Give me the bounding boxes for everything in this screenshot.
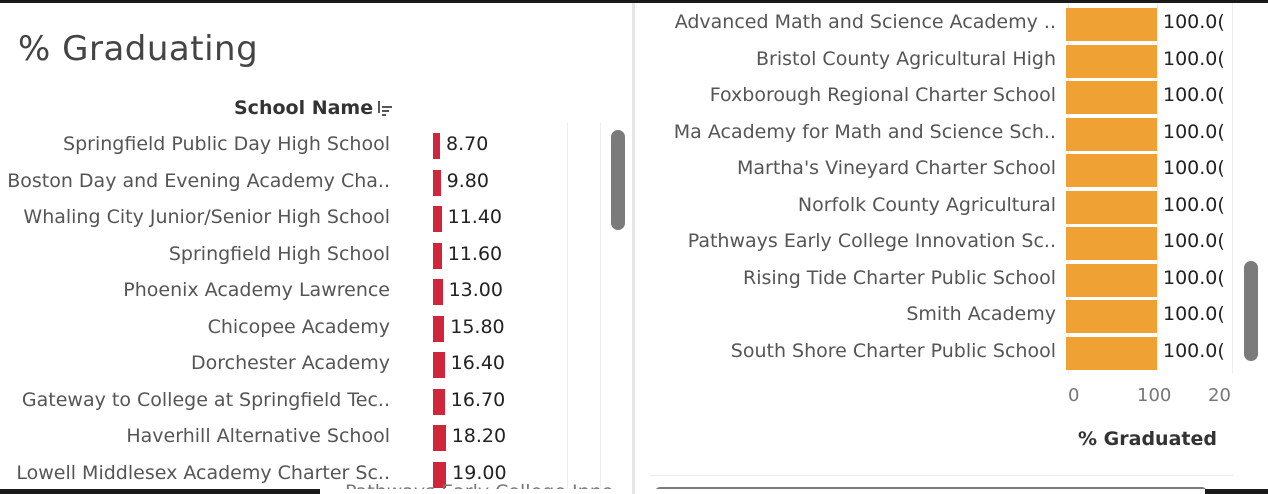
- table-row[interactable]: Norfolk County Agricultural 100.0(: [635, 188, 1268, 224]
- table-row[interactable]: Whaling City Junior/Senior High School 11…: [0, 200, 600, 236]
- table-row[interactable]: Martha's Vineyard Charter School 100.0(: [635, 151, 1268, 187]
- graduation-bar[interactable]: [433, 206, 442, 232]
- table-row[interactable]: Bristol County Agricultural High 100.0(: [635, 42, 1268, 78]
- school-name-label: Foxborough Regional Charter School: [709, 84, 1056, 106]
- table-row[interactable]: South Shore Charter Public School 100.0(: [635, 334, 1268, 370]
- axis-title: % Graduated: [1078, 428, 1217, 450]
- school-name-label: Phoenix Academy Lawrence: [123, 279, 390, 301]
- school-name-label: South Shore Charter Public School: [730, 339, 1056, 362]
- school-name-label: Whaling City Junior/Senior High School: [23, 206, 390, 228]
- table-row[interactable]: Gateway to College at Springfield Tec.. 1…: [0, 383, 600, 419]
- graduation-bar[interactable]: [433, 133, 440, 159]
- school-name-label: Dorchester Academy: [191, 352, 390, 374]
- table-row[interactable]: Rising Tide Charter Public School 100.0(: [635, 261, 1268, 297]
- value-label: 100.0(: [1163, 47, 1225, 70]
- bottom-border-right: [1205, 489, 1268, 494]
- right-panel: Advanced Math and Science Academy .. 100.…: [635, 3, 1268, 489]
- graduation-bar[interactable]: [433, 388, 445, 415]
- axis-tick: 0: [1068, 385, 1080, 406]
- school-name-label: Advanced Math and Science Academy ..: [674, 11, 1056, 33]
- table-row[interactable]: Ma Academy for Math and Science Sch.. 100…: [635, 115, 1268, 151]
- table-row[interactable]: Dorchester Academy 16.40: [0, 346, 600, 382]
- sort-descending-icon[interactable]: [376, 99, 394, 117]
- school-name-label: Rising Tide Charter Public School: [743, 266, 1056, 289]
- table-row[interactable]: Smith Academy 100.0(: [635, 297, 1268, 333]
- column-header-school-name[interactable]: School Name: [234, 97, 373, 119]
- school-name-label: Lowell Middlesex Academy Charter Sc..: [16, 461, 390, 484]
- value-label: 8.70: [446, 133, 489, 155]
- graduation-bar[interactable]: [433, 425, 446, 451]
- table-row[interactable]: Phoenix Academy Lawrence 13.00: [0, 273, 600, 309]
- value-label: 9.80: [446, 169, 489, 192]
- table-row[interactable]: Boston Day and Evening Academy Cha.. 9.80: [0, 164, 600, 200]
- graduation-bar[interactable]: [433, 169, 441, 196]
- graduation-bar[interactable]: [1066, 81, 1157, 114]
- school-name-label: Springfield Public Day High School: [63, 133, 390, 155]
- left-panel: % Graduating School Name Springfield Pub…: [0, 3, 632, 489]
- graduation-bar[interactable]: [1066, 44, 1157, 78]
- school-name-label: Haverhill Alternative School: [126, 425, 390, 447]
- school-name-label: Chicopee Academy: [207, 315, 390, 338]
- graduation-bar[interactable]: [1066, 117, 1157, 151]
- value-label: 15.80: [450, 315, 505, 338]
- axis-tick: 100: [1137, 385, 1172, 406]
- graduation-bar[interactable]: [1066, 227, 1157, 260]
- graduation-bar[interactable]: [433, 242, 442, 269]
- value-label: 16.40: [450, 352, 506, 374]
- school-name-label: Norfolk County Agricultural: [797, 193, 1056, 216]
- value-label: 100.0(: [1163, 266, 1225, 289]
- table-row[interactable]: Foxborough Regional Charter School 100.0(: [635, 78, 1268, 114]
- school-name-label: Pathways Early College Innovation Sc..: [687, 230, 1056, 252]
- horizontal-scrollbar[interactable]: [655, 487, 1207, 489]
- bottom-border: [0, 489, 320, 494]
- table-row[interactable]: Springfield High School 11.60: [0, 237, 600, 273]
- right-vertical-scrollbar[interactable]: [1244, 261, 1258, 361]
- school-name-label: Boston Day and Evening Academy Cha..: [7, 169, 390, 192]
- value-label: 11.60: [447, 242, 503, 265]
- value-label: 13.00: [448, 279, 503, 301]
- graduation-bar[interactable]: [433, 315, 445, 342]
- page-title: % Graduating: [18, 29, 259, 69]
- graduation-bar[interactable]: [433, 352, 445, 378]
- school-name-label: Springfield High School: [168, 242, 390, 265]
- table-row[interactable]: Haverhill Alternative School 18.20: [0, 419, 600, 455]
- value-label: 100.0(: [1163, 84, 1225, 106]
- school-name-label: Smith Academy: [906, 303, 1056, 325]
- school-name-label: Ma Academy for Math and Science Sch..: [673, 120, 1056, 143]
- graduation-bar[interactable]: [1066, 300, 1157, 333]
- graduation-bar[interactable]: [1066, 263, 1157, 297]
- table-row[interactable]: Pathways Early College Innovation Sc.. 10…: [635, 224, 1268, 260]
- graduation-bar[interactable]: [433, 279, 443, 305]
- value-label: 100.0(: [1163, 193, 1225, 216]
- value-label: 16.70: [450, 388, 506, 411]
- graduation-bar[interactable]: [1066, 336, 1157, 370]
- axis-divider: [650, 475, 1234, 476]
- partial-row-label: Pathways Early College Inno: [345, 481, 613, 489]
- graduation-bar[interactable]: [1066, 8, 1157, 41]
- value-label: 100.0(: [1163, 11, 1225, 33]
- table-row[interactable]: Chicopee Academy 15.80: [0, 310, 600, 346]
- value-label: 100.0(: [1163, 303, 1225, 325]
- table-row[interactable]: Advanced Math and Science Academy .. 100.…: [635, 5, 1268, 41]
- table-row[interactable]: Springfield Public Day High School 8.70: [0, 127, 600, 163]
- value-label: 100.0(: [1163, 230, 1225, 252]
- axis-tick: 20: [1208, 385, 1231, 406]
- value-label: 18.20: [451, 425, 507, 447]
- gridline: [600, 123, 601, 489]
- value-label: 100.0(: [1163, 339, 1225, 362]
- left-vertical-scrollbar[interactable]: [611, 130, 625, 230]
- graduation-bar[interactable]: [1066, 154, 1157, 187]
- school-name-label: Gateway to College at Springfield Tec..: [21, 388, 390, 411]
- graduation-bar[interactable]: [1066, 190, 1157, 224]
- school-name-label: Bristol County Agricultural High: [756, 47, 1056, 70]
- value-label: 100.0(: [1163, 120, 1225, 143]
- value-label: 11.40: [447, 206, 503, 228]
- value-label: 100.0(: [1163, 157, 1225, 179]
- school-name-label: Martha's Vineyard Charter School: [736, 157, 1056, 179]
